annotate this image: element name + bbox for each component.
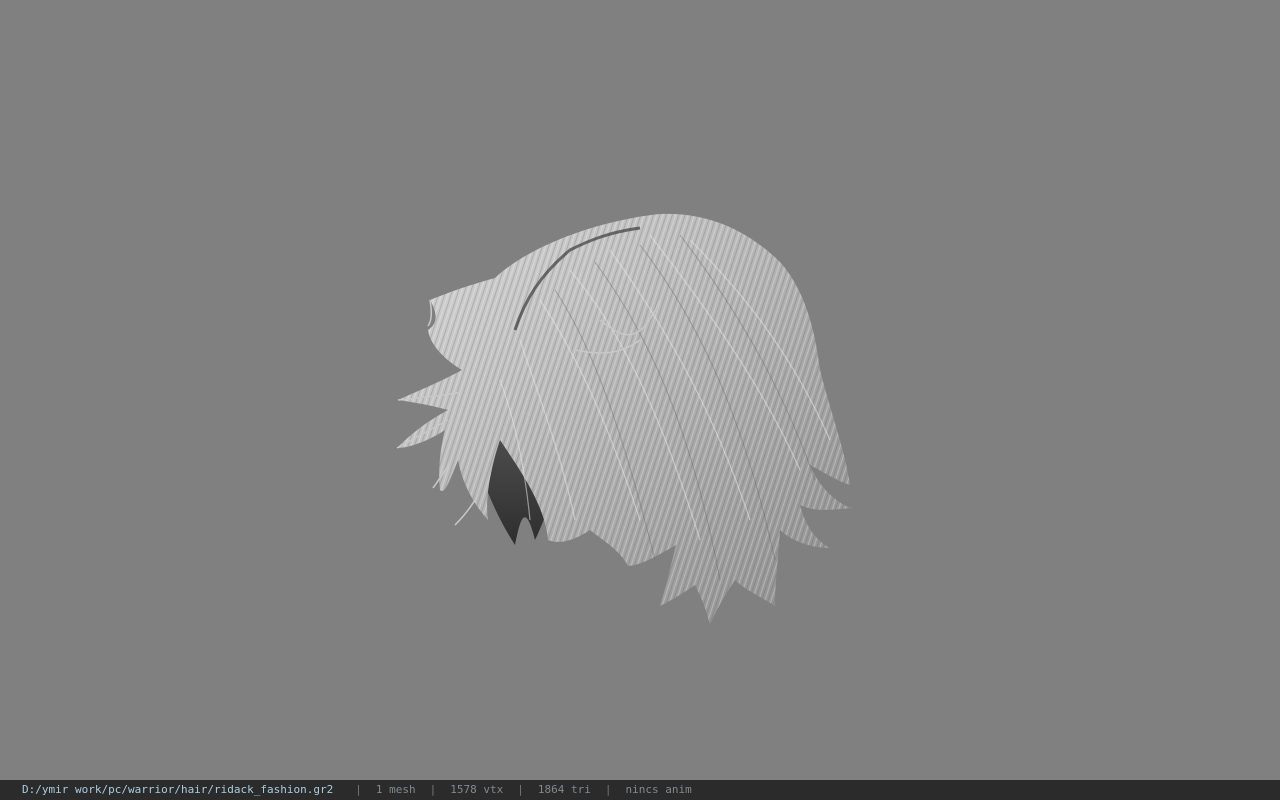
hair-strand-texture (397, 213, 852, 626)
triangle-count: 1864 tri (537, 783, 591, 796)
status-separator: | (517, 783, 524, 796)
animation-status: nincs anim (625, 783, 692, 796)
mesh-count: 1 mesh (375, 783, 416, 796)
status-bar: D:/ymir work/pc/warrior/hair/ridack_fash… (0, 780, 1280, 800)
status-separator: | (429, 783, 437, 796)
file-path: D:/ymir work/pc/warrior/hair/ridack_fash… (22, 783, 334, 796)
hair-model[interactable] (0, 0, 1280, 780)
3d-viewport[interactable] (0, 0, 1280, 780)
status-separator: | (355, 783, 362, 796)
status-separator: | (604, 783, 612, 796)
vertex-count: 1578 vtx (450, 783, 504, 796)
